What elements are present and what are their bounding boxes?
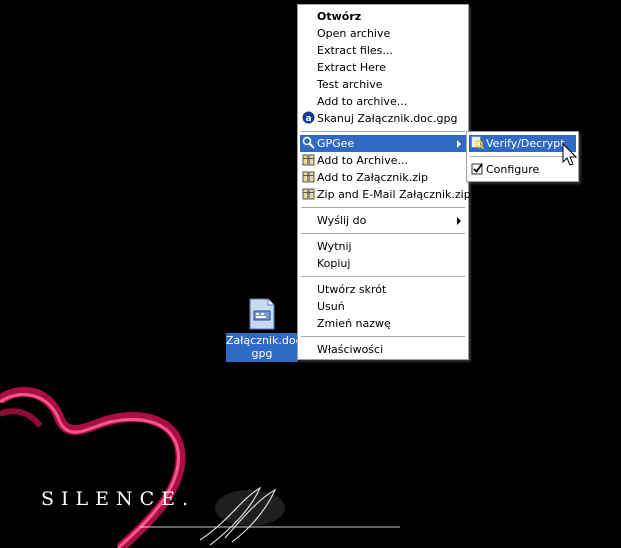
context-menu: Otwórz Open archive Extract files... Ext… (297, 4, 471, 360)
menu-item-skanuj[interactable]: a Skanuj Załącznik.doc.gpg (300, 110, 466, 127)
menu-item-add-to-zip[interactable]: Add to Załącznik.zip (300, 169, 466, 186)
menu-item-label: Extract Here (317, 61, 386, 74)
menu-item-extract-files[interactable]: Extract files... (300, 42, 466, 59)
menu-item-label: Configure (486, 163, 540, 176)
antivirus-icon: a (302, 111, 315, 124)
caption-line-2: gpg (251, 347, 273, 360)
menu-item-label: Utwórz skrót (317, 283, 387, 296)
menu-item-label: Add to archive... (317, 95, 408, 108)
menu-item-label: Kopiuj (317, 257, 351, 270)
menu-item-add-to-archive[interactable]: Add to archive... (300, 93, 466, 110)
menu-item-kopiuj[interactable]: Kopiuj (300, 255, 466, 272)
mouse-cursor-icon (562, 143, 578, 166)
menu-separator (470, 156, 575, 157)
menu-item-label: Właściwości (317, 343, 384, 356)
gpgee-icon (302, 136, 315, 149)
menu-separator (301, 207, 465, 208)
wallpaper-silence-text: SILENCE. (41, 488, 196, 510)
menu-item-label: Otwórz (317, 10, 362, 23)
desktop-file-caption[interactable]: Załącznik.doc. gpg (226, 333, 306, 362)
menu-item-label: Add to Załącznik.zip (317, 171, 429, 184)
document-icon (249, 298, 275, 330)
submenu-item-configure[interactable]: Configure (469, 161, 576, 178)
menu-item-otworz[interactable]: Otwórz (300, 8, 466, 25)
menu-item-label: Zip and E-Mail Załącznik.zip (317, 188, 471, 201)
menu-item-label: Open archive (317, 27, 391, 40)
verify-icon (471, 136, 484, 149)
menu-item-label: Wytnij (317, 240, 352, 253)
menu-item-label: Extract files... (317, 44, 393, 57)
menu-item-label: Wyślij do (317, 214, 367, 227)
menu-item-label: Test archive (317, 78, 383, 91)
menu-item-label: GPGee (317, 137, 355, 150)
menu-item-wytnij[interactable]: Wytnij (300, 238, 466, 255)
menu-item-label: Verify/Decrypt (486, 137, 565, 150)
svg-text:a: a (305, 114, 311, 124)
menu-item-label: Skanuj Załącznik.doc.gpg (317, 112, 458, 125)
menu-item-test-archive[interactable]: Test archive (300, 76, 466, 93)
wallpaper-heart-graphic (0, 386, 400, 548)
submenu-arrow-icon (457, 140, 461, 148)
menu-item-label: Usuń (317, 300, 345, 313)
menu-separator (301, 233, 465, 234)
menu-item-gpgee[interactable]: GPGee (300, 135, 466, 152)
archive-icon (302, 154, 315, 166)
menu-item-open-archive[interactable]: Open archive (300, 25, 466, 42)
menu-separator (301, 131, 465, 132)
menu-item-utworz-skrot[interactable]: Utwórz skrót (300, 281, 466, 298)
submenu-item-verify-decrypt[interactable]: Verify/Decrypt (469, 135, 576, 152)
menu-item-label: Zmień nazwę (317, 317, 391, 330)
menu-separator (301, 276, 465, 277)
menu-item-wyslij-do[interactable]: Wyślij do (300, 212, 466, 229)
archive-icon (302, 188, 315, 200)
caption-line-1: Załącznik.doc. (226, 334, 306, 347)
menu-item-zmien-nazwe[interactable]: Zmień nazwę (300, 315, 466, 332)
menu-item-label: Add to Archive... (317, 154, 408, 167)
archive-icon (302, 171, 315, 183)
menu-item-extract-here[interactable]: Extract Here (300, 59, 466, 76)
menu-item-usun[interactable]: Usuń (300, 298, 466, 315)
menu-item-add-to-archive-winzip[interactable]: Add to Archive... (300, 152, 466, 169)
menu-separator (301, 336, 465, 337)
desktop[interactable]: SILENCE. Załącznik.doc. gpg Otwórz Open … (0, 0, 621, 548)
menu-item-zip-and-email[interactable]: Zip and E-Mail Załącznik.zip (300, 186, 471, 203)
configure-check-icon (471, 163, 483, 175)
submenu-arrow-icon (457, 217, 461, 225)
menu-item-wlasciwosci[interactable]: Właściwości (300, 341, 466, 358)
